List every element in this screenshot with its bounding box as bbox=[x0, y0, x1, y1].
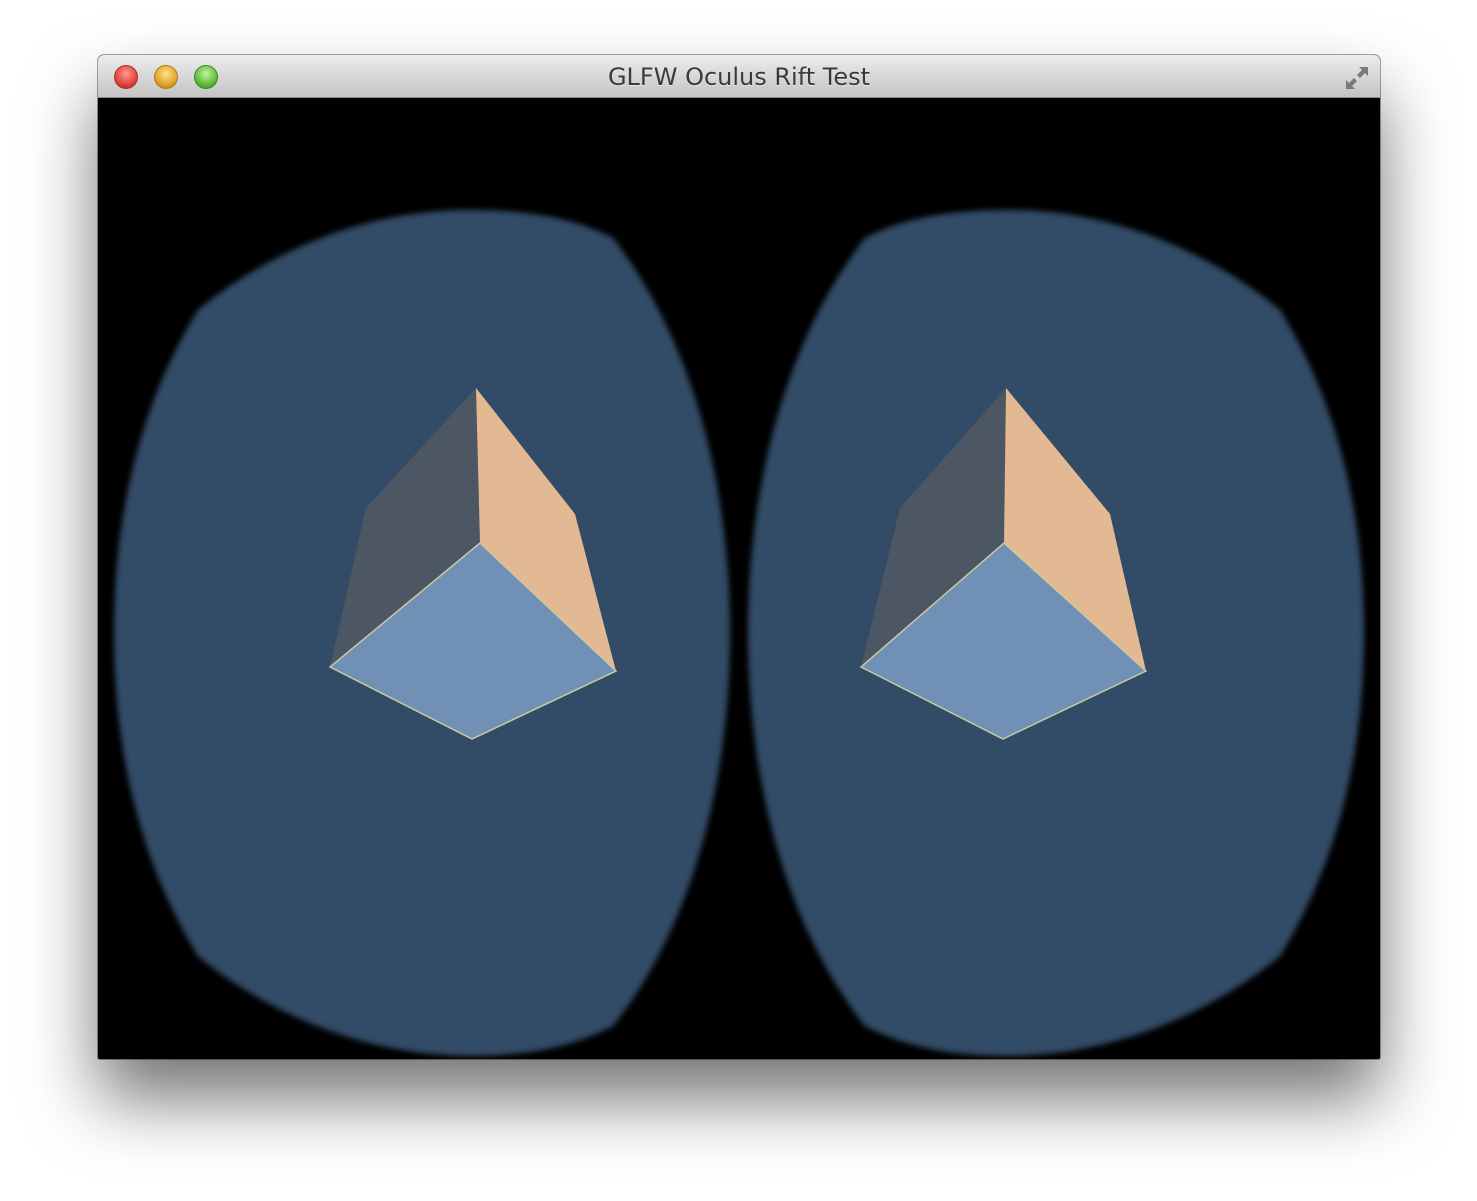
window-title: GLFW Oculus Rift Test bbox=[607, 63, 871, 91]
app-window: GLFW Oculus Rift Test bbox=[98, 55, 1380, 1059]
render-viewport[interactable] bbox=[98, 98, 1380, 1059]
title-bar[interactable]: GLFW Oculus Rift Test bbox=[98, 55, 1380, 98]
fullscreen-icon[interactable] bbox=[1342, 63, 1372, 93]
